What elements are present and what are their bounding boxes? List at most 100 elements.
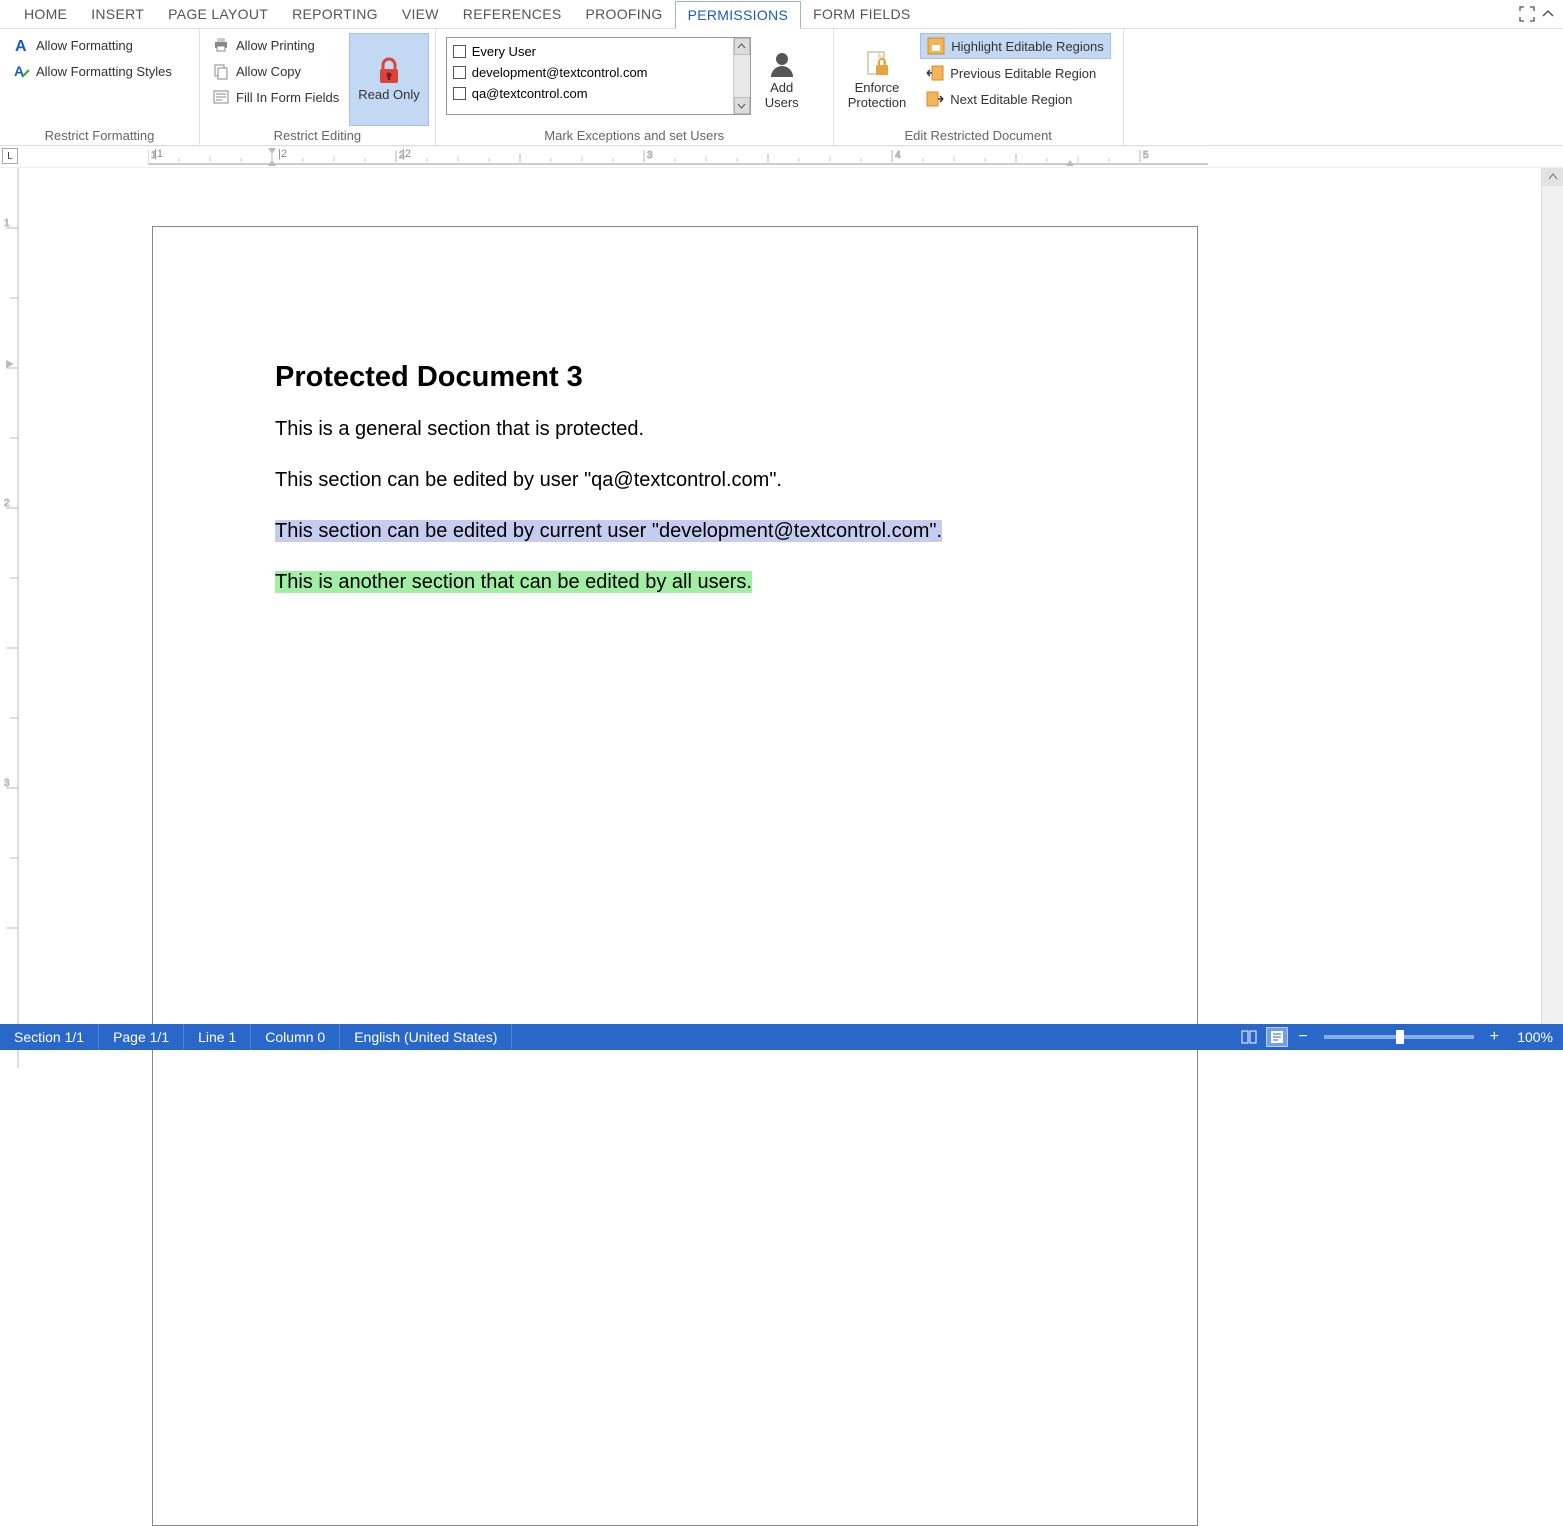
add-users-button[interactable]: AddUsers [755, 33, 809, 126]
svg-text:1: 1 [4, 218, 10, 229]
highlight-regions-button[interactable]: Highlight Editable Regions [920, 33, 1110, 59]
zoom-value[interactable]: 100% [1509, 1029, 1553, 1045]
status-page[interactable]: Page 1/1 [99, 1024, 184, 1050]
status-column[interactable]: Column 0 [251, 1024, 340, 1050]
paragraph: This section can be edited by user "qa@t… [275, 467, 1075, 494]
svg-text:|2: |2 [278, 148, 287, 160]
vertical-scrollbar[interactable] [1541, 168, 1563, 1024]
allow-formatting-styles-button[interactable]: A Allow Formatting Styles [6, 59, 178, 83]
scroll-up-icon[interactable] [1542, 168, 1563, 186]
group-mark-exceptions-label: Mark Exceptions and set Users [442, 126, 827, 143]
editable-region-all-users[interactable]: This is another section that can be edit… [275, 569, 1075, 596]
form-fields-icon [212, 88, 230, 106]
checkbox-icon[interactable] [453, 45, 466, 58]
editable-region-current-user[interactable]: This section can be edited by current us… [275, 518, 1075, 545]
status-line[interactable]: Line 1 [184, 1024, 251, 1050]
svg-text:3: 3 [647, 150, 653, 161]
copy-icon [212, 62, 230, 80]
zoom-out-button[interactable]: − [1294, 1028, 1311, 1046]
svg-text:2: 2 [399, 150, 405, 161]
lock-icon [375, 56, 403, 86]
scroll-down-icon[interactable] [734, 97, 750, 114]
previous-region-button[interactable]: Previous Editable Region [920, 61, 1110, 85]
add-users-label: AddUsers [765, 81, 799, 110]
zoom-slider[interactable] [1324, 1035, 1474, 1039]
svg-text:2: 2 [4, 498, 10, 509]
previous-region-icon [926, 64, 944, 82]
user-list-item[interactable]: qa@textcontrol.com [451, 83, 746, 104]
view-mode-page-button[interactable] [1266, 1027, 1288, 1047]
document-lock-icon [862, 49, 892, 79]
user-label: qa@textcontrol.com [472, 86, 588, 101]
paragraph: This is a general section that is protec… [275, 416, 1075, 443]
fill-in-form-fields-label: Fill In Form Fields [236, 90, 339, 105]
user-label: Every User [472, 44, 536, 59]
view-mode-draft-button[interactable] [1238, 1027, 1260, 1047]
user-icon [767, 49, 797, 79]
svg-text:A: A [15, 38, 27, 54]
user-label: development@textcontrol.com [472, 65, 648, 80]
status-section[interactable]: Section 1/1 [0, 1024, 99, 1050]
allow-formatting-button[interactable]: A Allow Formatting [6, 33, 178, 57]
checkbox-icon[interactable] [453, 66, 466, 79]
zoom-thumb[interactable] [1396, 1030, 1404, 1044]
tab-form-fields[interactable]: FORM FIELDS [801, 1, 922, 27]
tab-reporting[interactable]: REPORTING [280, 1, 390, 27]
fill-in-form-fields-button[interactable]: Fill In Form Fields [206, 85, 345, 109]
user-list-scrollbar[interactable] [733, 38, 750, 114]
user-list-item[interactable]: development@textcontrol.com [451, 62, 746, 83]
horizontal-ruler[interactable]: L |1|2|2 [0, 146, 1563, 168]
user-list-item[interactable]: Every User [451, 41, 746, 62]
allow-copy-label: Allow Copy [236, 64, 301, 79]
group-restrict-editing: Allow Printing Allow Copy Fill In Form F… [200, 29, 436, 145]
tab-permissions[interactable]: PERMISSIONS [675, 1, 802, 29]
allow-formatting-styles-label: Allow Formatting Styles [36, 64, 172, 79]
zoom-in-button[interactable]: + [1486, 1028, 1503, 1046]
tab-page-layout[interactable]: PAGE LAYOUT [156, 1, 280, 27]
group-edit-restricted-label: Edit Restricted Document [840, 126, 1117, 143]
svg-text:1: 1 [151, 150, 157, 161]
menubar: HOME INSERT PAGE LAYOUT REPORTING VIEW R… [0, 0, 1563, 29]
group-mark-exceptions: Every User development@textcontrol.com q… [436, 29, 834, 145]
highlight-region-icon [927, 37, 945, 55]
formatting-icon: A [12, 36, 30, 54]
svg-text:5: 5 [1143, 150, 1149, 161]
next-region-label: Next Editable Region [950, 92, 1072, 107]
allow-printing-label: Allow Printing [236, 38, 315, 53]
document-title: Protected Document 3 [275, 361, 1075, 394]
group-restrict-formatting-label: Restrict Formatting [6, 126, 193, 143]
document-page[interactable]: Protected Document 3 This is a general s… [152, 226, 1198, 1526]
enforce-protection-button[interactable]: EnforceProtection [840, 33, 915, 126]
group-edit-restricted: EnforceProtection Highlight Editable Reg… [834, 29, 1124, 145]
collapse-ribbon-icon[interactable] [1541, 7, 1555, 21]
enforce-protection-label: EnforceProtection [848, 81, 907, 110]
allow-copy-button[interactable]: Allow Copy [206, 59, 345, 83]
tab-insert[interactable]: INSERT [79, 1, 156, 27]
svg-text:3: 3 [4, 778, 10, 789]
ruler-corner[interactable]: L [2, 148, 18, 164]
next-region-icon [926, 90, 944, 108]
read-only-button[interactable]: Read Only [349, 33, 428, 126]
user-list[interactable]: Every User development@textcontrol.com q… [446, 37, 751, 115]
tab-home[interactable]: HOME [12, 1, 79, 27]
status-language[interactable]: English (United States) [340, 1024, 512, 1050]
tab-references[interactable]: REFERENCES [451, 1, 574, 27]
next-region-button[interactable]: Next Editable Region [920, 87, 1110, 111]
formatting-styles-icon: A [12, 62, 30, 80]
group-restrict-editing-label: Restrict Editing [206, 126, 429, 143]
statusbar: Section 1/1 Page 1/1 Line 1 Column 0 Eng… [0, 1024, 1563, 1050]
ribbon: A Allow Formatting A Allow Formatting St… [0, 29, 1563, 146]
group-restrict-formatting: A Allow Formatting A Allow Formatting St… [0, 29, 200, 145]
tab-proofing[interactable]: PROOFING [573, 1, 674, 27]
fullscreen-icon[interactable] [1519, 6, 1535, 22]
tab-view[interactable]: VIEW [390, 1, 451, 27]
printer-icon [212, 36, 230, 54]
scroll-up-icon[interactable] [734, 38, 750, 55]
allow-printing-button[interactable]: Allow Printing [206, 33, 345, 57]
vertical-ruler[interactable]: 1 2 3 [2, 168, 24, 1024]
svg-text:4: 4 [895, 150, 901, 161]
checkbox-icon[interactable] [453, 87, 466, 100]
read-only-label: Read Only [358, 88, 419, 102]
highlight-regions-label: Highlight Editable Regions [951, 39, 1103, 54]
allow-formatting-label: Allow Formatting [36, 38, 133, 53]
